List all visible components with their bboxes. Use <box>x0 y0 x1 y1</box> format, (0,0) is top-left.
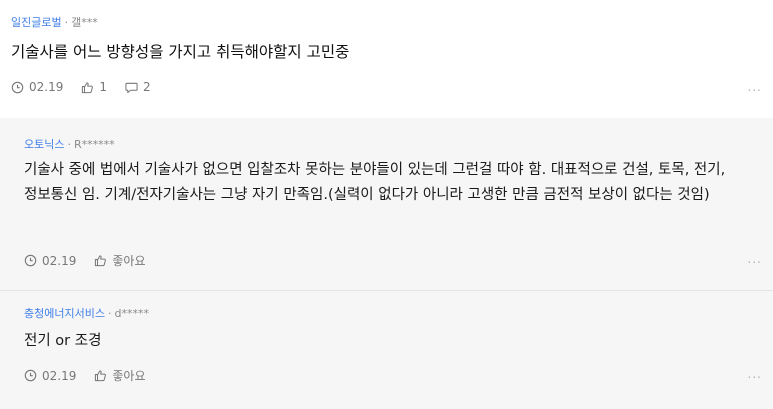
post-more-button[interactable]: ... <box>748 80 762 94</box>
clock-icon <box>11 81 24 93</box>
comment-author: R****** <box>73 138 115 151</box>
comment-body: 전기 or 조경 <box>24 333 102 349</box>
comment-item: 오토닉스 · R****** 기술사 중에 법에서 기술사가 없으면 입찰조차 못하… <box>0 118 773 291</box>
comment-company[interactable]: 오토닉스 <box>24 138 64 151</box>
comment-item: 충청에너지서비스 · d***** 전기 or 조경 02.19 좋아요 ... <box>0 291 773 409</box>
comment-list: 오토닉스 · R****** 기술사 중에 법에서 기술사가 없으면 입찰조차 못하… <box>0 118 773 409</box>
comment-meta: 충청에너지서비스 · d***** <box>24 305 149 321</box>
thumbs-up-icon <box>95 255 107 267</box>
thumbs-up-icon <box>95 370 107 382</box>
comment-bubble-icon <box>125 82 138 93</box>
post: 일진글로벌 · 갤*** 기술사를 어느 방향성을 가지고 취득해야할지 고민중 0… <box>0 0 773 118</box>
post-date-text: 02.19 <box>29 80 64 94</box>
post-company[interactable]: 일진글로벌 <box>11 16 62 29</box>
meta-separator: · <box>64 16 69 29</box>
comment-like-label: 좋아요 <box>112 254 146 268</box>
post-actions: 02.19 1 2 <box>11 80 169 94</box>
comment-actions: 02.19 좋아요 <box>24 252 163 269</box>
like-button[interactable]: 1 <box>81 80 107 94</box>
comment-more-button[interactable]: ... <box>748 367 762 381</box>
comment-button[interactable]: 2 <box>125 80 151 94</box>
comment-actions: 02.19 좋아요 <box>24 367 163 384</box>
like-count: 1 <box>99 80 107 94</box>
comment-date-text: 02.19 <box>42 368 77 383</box>
comment-more-button[interactable]: ... <box>748 252 762 266</box>
thumbs-up-icon <box>82 81 94 93</box>
clock-icon <box>24 254 37 267</box>
meta-separator: · <box>107 307 112 320</box>
post-title[interactable]: 기술사를 어느 방향성을 가지고 취득해야할지 고민중 <box>11 40 349 62</box>
comment-date: 02.19 <box>24 254 76 268</box>
post-author: 갤*** <box>71 16 98 29</box>
comment-like-label: 좋아요 <box>112 369 146 383</box>
post-meta: 일진글로벌 · 갤*** <box>11 14 98 30</box>
comment-like-button[interactable]: 좋아요 <box>94 367 145 384</box>
comment-body: 기술사 중에 법에서 기술사가 없으면 입찰조차 못하는 분야들이 있는데 그런… <box>24 162 726 203</box>
clock-icon <box>24 369 37 382</box>
comment-count: 2 <box>143 80 151 94</box>
comment-like-button[interactable]: 좋아요 <box>94 252 145 269</box>
comment-author: d***** <box>114 307 149 320</box>
comment-date: 02.19 <box>24 369 76 383</box>
meta-separator: · <box>67 138 71 151</box>
comment-date-text: 02.19 <box>42 253 77 268</box>
comment-meta: 오토닉스 · R****** <box>24 136 115 152</box>
post-date: 02.19 <box>11 80 63 94</box>
comment-company[interactable]: 충청에너지서비스 <box>24 307 105 320</box>
